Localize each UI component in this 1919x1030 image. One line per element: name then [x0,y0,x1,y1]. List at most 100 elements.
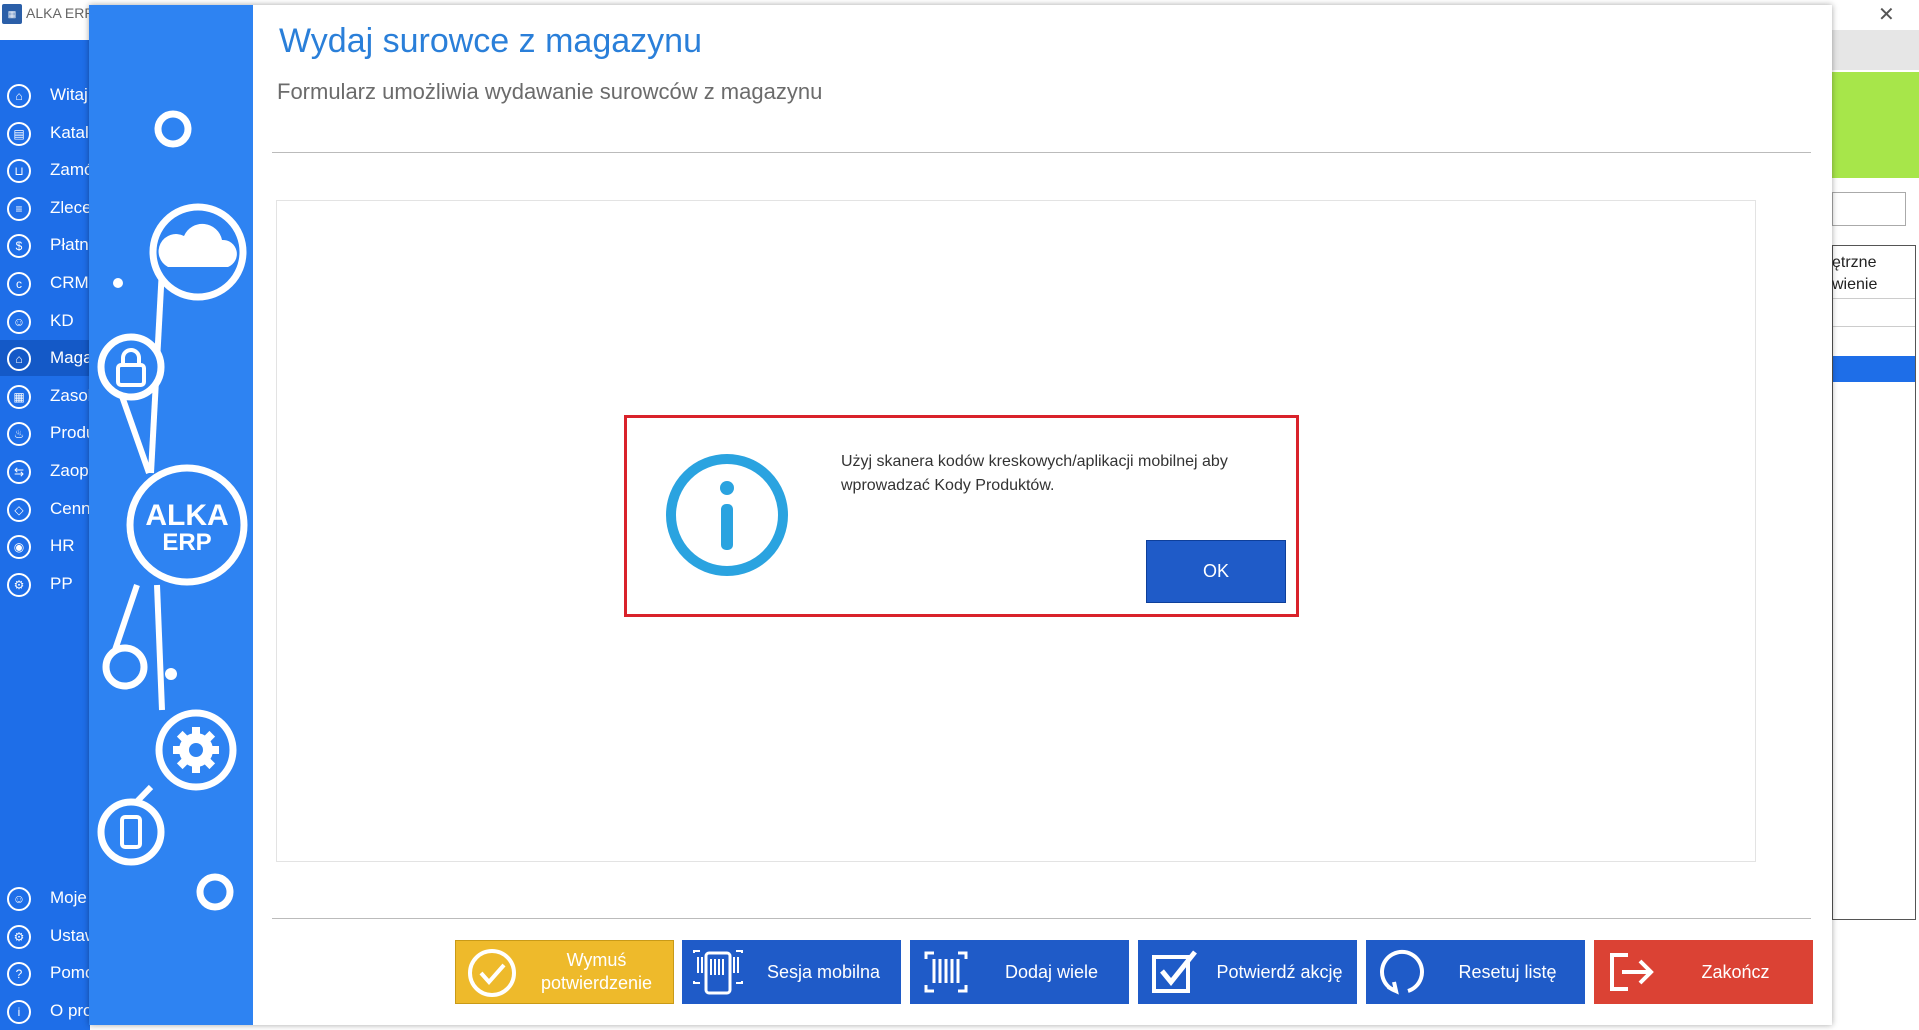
ok-button[interactable]: OK [1146,540,1286,603]
sidebar-item[interactable]: ? Pomo [0,955,94,991]
sidebar-item-label: Moje [50,888,87,907]
button-label: Zakończ [1701,961,1770,982]
background-table [1832,245,1916,920]
table-header-line: wienie [1832,276,1878,293]
check-circle-icon [468,949,516,997]
close-icon[interactable]: ✕ [1878,2,1895,27]
finish-button[interactable]: Zakończ [1594,940,1813,1004]
sidebar-item[interactable]: ⇆ Zaop [0,453,90,489]
cart-icon: ⊔ [7,159,31,184]
sidebar-item-label: Zaop [50,461,89,480]
sidebar-item[interactable]: c CRM [0,265,90,301]
table-row-selected[interactable] [1833,356,1915,382]
table-row-divider [1833,326,1915,327]
button-label: Potwierdź akcję [1216,961,1343,982]
sidebar-item[interactable]: ♨ Produ [0,415,95,451]
help-icon: ? [7,962,31,987]
exit-icon [1610,953,1654,991]
crm-icon: c [7,272,31,296]
phone-node-icon [97,798,165,866]
user-icon: ☺ [7,887,31,911]
list-icon: ≡ [7,196,31,221]
sidebar-item-label: Płatn [50,235,89,255]
sidebar-item-label: Pomo [50,963,95,983]
info-icon [666,454,788,576]
sidebar-item[interactable]: ▦ Zasob [0,378,97,414]
home-icon: ⌂ [7,84,31,108]
warehouse-icon: ⌂ [7,347,31,372]
button-label: Resetuj listę [1458,961,1557,982]
sidebar-item-label: CRM [50,273,89,292]
truck-icon: ⇆ [7,460,31,484]
dot-icon [154,110,192,148]
hr-icon: ◉ [7,535,31,560]
button-label: Wymuś potwierdzenie [526,941,667,1003]
background-table-header: ętrzne wienie [1832,252,1916,296]
sidebar-item-label: PP [50,573,73,593]
force-confirm-button[interactable]: Wymuś potwierdzenie [455,940,674,1004]
sidebar-item-label: Cenn [50,498,91,518]
button-label-line: potwierdzenie [540,973,653,993]
mobile-barcode-icon [693,950,743,995]
checkbox-icon [1152,950,1197,993]
sidebar-item[interactable]: i O pro [0,993,93,1029]
building-icon: ▦ [7,384,31,409]
add-many-button[interactable]: Dodaj wiele [910,940,1129,1004]
table-row-divider [1833,298,1915,299]
tag-icon: ◇ [7,497,31,522]
sidebar-item-label: Zamó [50,160,94,180]
button-label: Dodaj wiele [1004,961,1099,982]
background-input[interactable] [1832,192,1906,226]
book-icon: ▤ [7,121,31,146]
dot-icon [113,278,123,288]
logo-text-alka: ALKA [145,499,228,532]
sidebar-item[interactable]: ⊔ Zamó [0,152,94,188]
sidebar-item[interactable]: ☺ KD [0,303,90,339]
dot-icon [196,873,234,911]
dot-icon [165,668,177,680]
background-green-panel [1832,72,1919,178]
settings-icon: ⚙ [7,924,31,949]
background-toolbar-strip [1832,30,1919,70]
sidebar-item[interactable]: ⌂ Maga [0,340,93,377]
sidebar-item-label: Zlece [50,197,92,217]
table-header-line: ętrzne [1832,254,1877,271]
mobile-session-button[interactable]: Sesja mobilna [682,940,901,1004]
sidebar-item[interactable]: ≡ Zlece [0,190,92,226]
barcode-scan-icon [924,951,968,993]
dialog-message: Użyj skanera kodów kreskowych/aplikacji … [841,453,1228,494]
button-label-line: Wymuś [566,950,627,970]
form-decorative-sidebar: ALKA ERP [89,5,253,1025]
app-logo-icon: ▦ [2,4,22,24]
page-title: Wydaj surowce z magazynu [279,22,702,60]
refresh-icon [1380,950,1424,995]
gear-icon [173,727,219,773]
background-app-title: ALKA ERP [26,5,94,21]
sidebar-item[interactable]: ◇ Cenn [0,491,91,527]
sidebar-item[interactable]: ▤ Katalo [0,115,98,151]
divider [272,918,1811,919]
dollar-icon: $ [7,234,31,259]
sidebar-item[interactable]: ⚙ PP [0,566,90,602]
sidebar-illustration: ALKA ERP [97,110,248,911]
reset-list-button[interactable]: Resetuj listę [1366,940,1585,1004]
page-subtitle: Formularz umożliwia wydawanie surowców z… [277,79,823,104]
person-icon: ☺ [7,309,31,334]
divider [272,152,1811,153]
sidebar-item-label: KD [50,310,74,330]
sidebar-item[interactable]: $ Płatn [0,227,90,263]
sidebar-item-label: Maga [50,348,93,368]
sidebar-item-label: O pro [50,1000,93,1020]
sidebar-item[interactable]: ⚙ Ustaw [0,918,97,954]
sidebar-item-label: HR [50,536,75,556]
production-icon: ♨ [7,422,31,447]
logo-text-erp: ERP [162,529,211,556]
dot-icon [102,644,148,690]
sidebar-item[interactable]: ⌂ Witaj [0,77,90,113]
sidebar-item[interactable]: ◉ HR [0,528,90,564]
info-icon: i [7,999,31,1024]
sidebar-item-label: Witaj [50,85,88,104]
confirm-action-button[interactable]: Potwierdź akcję [1138,940,1357,1004]
button-label: Sesja mobilna [766,961,881,982]
sidebar-item[interactable]: ☺ Moje [0,880,90,916]
